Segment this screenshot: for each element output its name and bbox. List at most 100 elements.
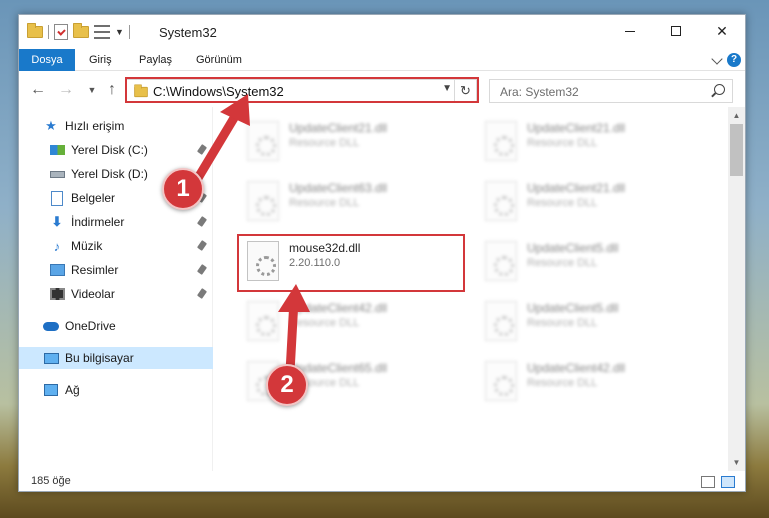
address-highlight-box [125, 77, 479, 103]
file-description: Resource DLL [289, 317, 360, 329]
expand-ribbon-icon[interactable] [711, 53, 723, 65]
minimize-button[interactable] [607, 15, 653, 47]
window-title: System32 [159, 25, 217, 40]
file-name: UpdateClient42.dll [289, 301, 388, 315]
toolbar-separator [48, 25, 49, 39]
minimize-icon [625, 30, 635, 32]
pin-icon [196, 264, 208, 275]
pin-icon [196, 216, 208, 227]
file-description: Resource DLL [527, 137, 598, 149]
file-name: UpdateClient5.dll [527, 241, 619, 255]
quick-access-toolbar: ▼ [27, 23, 130, 41]
drive-icon [49, 142, 65, 158]
folder-icon [27, 23, 43, 38]
sidebar-item-label: Bu bilgisayar [65, 351, 134, 365]
sidebar-item-pictures[interactable]: Resimler [19, 259, 213, 281]
search-input[interactable]: Ara: System32 [489, 79, 733, 103]
file-item[interactable]: UpdateClient63.dll Resource DLL [237, 173, 467, 229]
dll-file-icon [247, 301, 279, 341]
large-icons-view-icon[interactable] [721, 476, 735, 488]
sidebar-item-label: Yerel Disk (C:) [71, 143, 148, 157]
file-name: UpdateClient21.dll [289, 121, 388, 135]
close-button[interactable]: ✕ [699, 15, 745, 47]
callout-badge-1: 1 [162, 168, 204, 210]
title-bar: ▼ System32 ✕ [19, 15, 745, 49]
tab-share[interactable]: Paylaş [139, 49, 172, 71]
sidebar-item-this-pc[interactable]: Bu bilgisayar [19, 347, 213, 369]
file-description: Resource DLL [289, 197, 360, 209]
scroll-up-icon[interactable]: ▲ [728, 107, 745, 124]
file-item[interactable]: UpdateClient21.dll Resource DLL [475, 173, 705, 229]
sidebar-item-disk-c[interactable]: Yerel Disk (C:) [19, 139, 213, 161]
file-name: UpdateClient5.dll [527, 301, 619, 315]
tab-view[interactable]: Görünüm [196, 49, 242, 71]
dll-file-icon [485, 121, 517, 161]
properties-icon[interactable] [54, 24, 68, 40]
toolbar-separator [128, 25, 130, 39]
computer-icon [43, 350, 59, 366]
file-description: Resource DLL [527, 197, 598, 209]
file-item[interactable]: UpdateClient21.dll Resource DLL [237, 113, 467, 169]
file-item[interactable]: UpdateClient21.dll Resource DLL [475, 113, 705, 169]
sidebar-item-quick-access[interactable]: ★ Hızlı erişim [19, 115, 213, 137]
scroll-thumb[interactable] [730, 124, 743, 176]
up-button[interactable]: ↑ [103, 81, 121, 99]
music-icon: ♪ [53, 238, 61, 254]
pictures-icon [49, 262, 65, 278]
pin-icon [196, 288, 208, 299]
file-highlight-box [237, 234, 465, 292]
sidebar-item-label: Yerel Disk (D:) [71, 167, 148, 181]
search-placeholder: Ara: System32 [500, 85, 579, 99]
pin-icon [196, 240, 208, 251]
file-item[interactable]: UpdateClient5.dll Resource DLL [475, 293, 705, 349]
file-description: Resource DLL [289, 137, 360, 149]
sidebar-item-music[interactable]: ♪ Müzik [19, 235, 213, 257]
file-name: UpdateClient21.dll [527, 121, 626, 135]
vertical-scrollbar[interactable]: ▲ ▼ [728, 107, 745, 471]
sidebar-item-videos[interactable]: Videolar [19, 283, 213, 305]
recent-locations-icon[interactable]: ▼ [83, 81, 101, 99]
sidebar-item-label: İndirmeler [71, 215, 125, 229]
sidebar-item-onedrive[interactable]: OneDrive [19, 315, 213, 337]
toolbar-dropdown-icon[interactable]: ▼ [115, 27, 124, 37]
details-view-icon[interactable] [701, 476, 715, 488]
tab-home[interactable]: Giriş [89, 49, 112, 71]
onedrive-icon [43, 318, 59, 334]
sidebar-item-label: Müzik [71, 239, 103, 253]
star-icon: ★ [45, 118, 57, 133]
sidebar-item-label: Resimler [71, 263, 119, 277]
file-name: UpdateClient21.dll [527, 181, 626, 195]
sidebar-item-label: Ağ [65, 383, 80, 397]
file-name: UpdateClient63.dll [289, 181, 388, 195]
scroll-down-icon[interactable]: ▼ [728, 454, 745, 471]
search-icon[interactable] [714, 84, 725, 95]
file-description: Resource DLL [527, 377, 598, 389]
back-button[interactable]: ← [29, 81, 47, 99]
sidebar-item-downloads[interactable]: ⬇ İndirmeler [19, 211, 213, 233]
file-item[interactable]: UpdateClient42.dll Resource DLL [475, 353, 705, 409]
maximize-icon [671, 26, 681, 36]
forward-button[interactable]: → [57, 81, 75, 99]
customize-toolbar-icon[interactable] [94, 25, 110, 39]
file-name: UpdateClient42.dll [527, 361, 626, 375]
callout-badge-2: 2 [266, 364, 308, 406]
file-item[interactable]: UpdateClient42.dll Resource DLL [237, 293, 467, 349]
ribbon: Dosya Giriş Paylaş Görünüm ? [19, 49, 745, 71]
drive-icon [49, 166, 65, 182]
documents-icon [49, 190, 65, 206]
sidebar-item-label: OneDrive [65, 319, 116, 333]
explorer-window: ▼ System32 ✕ Dosya Giriş Paylaş Görünüm … [18, 14, 746, 492]
dll-file-icon [247, 121, 279, 161]
file-description: Resource DLL [527, 257, 598, 269]
help-icon[interactable]: ? [727, 53, 741, 67]
file-item[interactable]: UpdateClient5.dll Resource DLL [475, 233, 705, 289]
dll-file-icon [485, 241, 517, 281]
tab-file[interactable]: Dosya [19, 49, 75, 71]
item-count: 185 öğe [31, 475, 71, 487]
new-folder-icon[interactable] [73, 23, 89, 38]
sidebar-item-label: Belgeler [71, 191, 116, 205]
dll-file-icon [485, 361, 517, 401]
sidebar-item-label: Videolar [71, 287, 115, 301]
maximize-button[interactable] [653, 15, 699, 47]
sidebar-item-network[interactable]: Ağ [19, 379, 213, 401]
